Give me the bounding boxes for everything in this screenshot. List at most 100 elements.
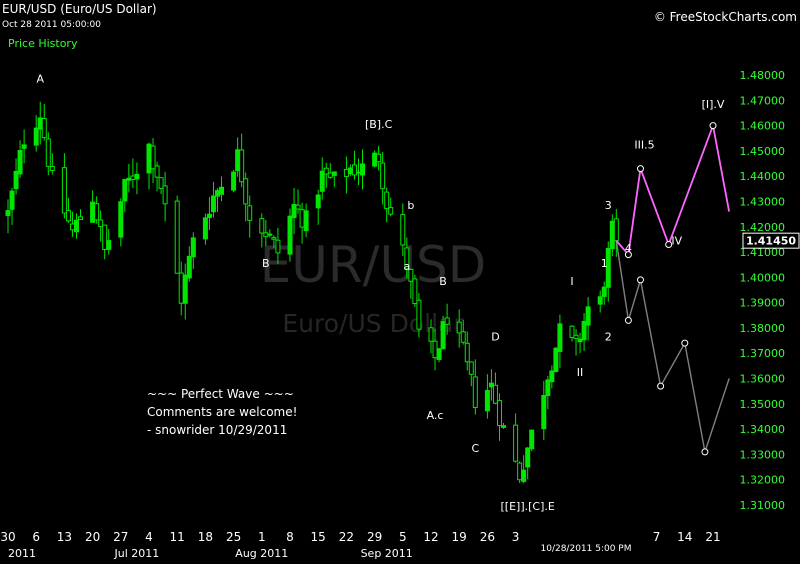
candle-body <box>41 118 47 139</box>
candle-body <box>73 219 79 233</box>
candle-body <box>436 348 442 360</box>
watermark: EUR/USD Euro/US Dollar <box>260 236 487 338</box>
candle-body <box>78 216 84 221</box>
wave-label: [I].V <box>702 98 725 111</box>
wave-point[interactable] <box>624 316 632 324</box>
wave-label: 2 <box>605 331 612 344</box>
candle-body <box>388 207 394 215</box>
candle-body <box>384 191 390 210</box>
candle-body <box>468 361 474 375</box>
date-tick-label: 4 <box>145 530 153 544</box>
candle-body <box>460 331 466 343</box>
candle-body <box>492 384 498 404</box>
candle-body <box>122 179 128 202</box>
wave-label: D <box>491 331 499 344</box>
wave-point[interactable] <box>636 276 644 284</box>
candle-body <box>231 171 237 191</box>
price-tick-label: 1.35000 <box>740 398 786 411</box>
price-tick-label: 1.38000 <box>740 322 786 335</box>
candle-body <box>581 320 587 341</box>
wave-label: III.5 <box>634 138 654 151</box>
candle-body <box>243 178 249 205</box>
candle-body <box>315 194 321 209</box>
candle-body <box>569 325 575 338</box>
date-tick-label: 12 <box>423 530 438 544</box>
date-tick-label: 18 <box>198 530 213 544</box>
candle <box>553 346 559 373</box>
candle-body <box>347 167 353 175</box>
date-tick-label: 20 <box>85 530 100 544</box>
candle-body <box>609 220 615 250</box>
candle-body <box>549 370 555 383</box>
wave-point[interactable] <box>681 339 689 347</box>
candle-body <box>98 219 104 228</box>
wave-label: a <box>403 260 410 273</box>
candle-body <box>126 177 132 181</box>
wave-label: A <box>36 73 44 86</box>
candle-body <box>5 210 11 217</box>
price-tick-label: 1.31000 <box>740 499 786 512</box>
wave-label: [[E]].[C].E <box>501 500 555 513</box>
date-tick-label: 27 <box>113 530 128 544</box>
candle-body <box>210 195 216 213</box>
wave-point[interactable] <box>636 165 644 173</box>
watermark-name: Euro/US Dollar <box>282 309 464 338</box>
wave-point[interactable] <box>657 382 665 390</box>
cursor-date-label: 10/28/2011 5:00 PM <box>541 544 632 554</box>
candle-body <box>150 145 156 170</box>
candle-body <box>529 429 535 450</box>
candle-body <box>275 239 281 254</box>
candle-body <box>372 152 378 167</box>
date-tick-label: 22 <box>339 530 354 544</box>
candle-body <box>247 205 253 221</box>
month-label: 2011 <box>8 547 36 560</box>
candle-body <box>573 334 579 340</box>
candle-body <box>235 149 241 171</box>
candle-body <box>94 203 100 221</box>
date-tick-label: 11 <box>170 530 185 544</box>
candle-body <box>517 462 523 481</box>
price-tick-label: 1.36000 <box>740 373 786 386</box>
candle <box>174 195 180 274</box>
price-tick-label: 1.34000 <box>740 423 786 436</box>
note-line-1: ~~~ Perfect Wave ~~~ <box>147 387 294 401</box>
candle-body <box>416 299 422 330</box>
candle-body <box>327 172 333 178</box>
candle-body <box>319 170 325 192</box>
candle-body <box>9 190 15 210</box>
date-tick-label: 15 <box>311 530 326 544</box>
month-label: Jul 2011 <box>114 547 160 560</box>
candle-body <box>360 163 366 176</box>
candle-body <box>33 127 39 146</box>
wave-label: B <box>439 275 447 288</box>
candle-body <box>496 400 502 427</box>
candle-body <box>219 186 225 195</box>
candle-body <box>271 237 277 240</box>
price-history-label[interactable]: Price History <box>8 37 78 50</box>
wave-point[interactable] <box>709 122 717 130</box>
date-tick-label: 8 <box>286 530 294 544</box>
candle-body <box>118 201 124 238</box>
date-tick-label: 29 <box>367 530 382 544</box>
candle <box>412 274 418 307</box>
candle <box>517 461 523 483</box>
candle-body <box>102 224 108 250</box>
candle-body <box>440 321 446 350</box>
candle-body <box>17 150 23 175</box>
wave-label: [B].C <box>365 118 393 131</box>
candle-body <box>376 153 382 163</box>
candle-body <box>21 144 27 149</box>
price-tick-label: 1.42000 <box>740 221 786 234</box>
candle-body <box>178 272 184 304</box>
candle-body <box>585 306 591 326</box>
candle <box>231 169 237 193</box>
candle-body <box>501 425 507 428</box>
candle-body <box>134 173 140 180</box>
price-chart[interactable]: EUR/USD Euro/US Dollar EUR/USD (Euro/US … <box>0 0 800 560</box>
wave-point[interactable] <box>701 448 709 456</box>
candle-body <box>13 170 19 190</box>
chart-timestamp: Oct 28 2011 05:00:00 <box>2 20 101 30</box>
date-tick-label: 14 <box>677 530 692 544</box>
candle-body <box>202 217 208 240</box>
candle-body <box>613 218 619 242</box>
